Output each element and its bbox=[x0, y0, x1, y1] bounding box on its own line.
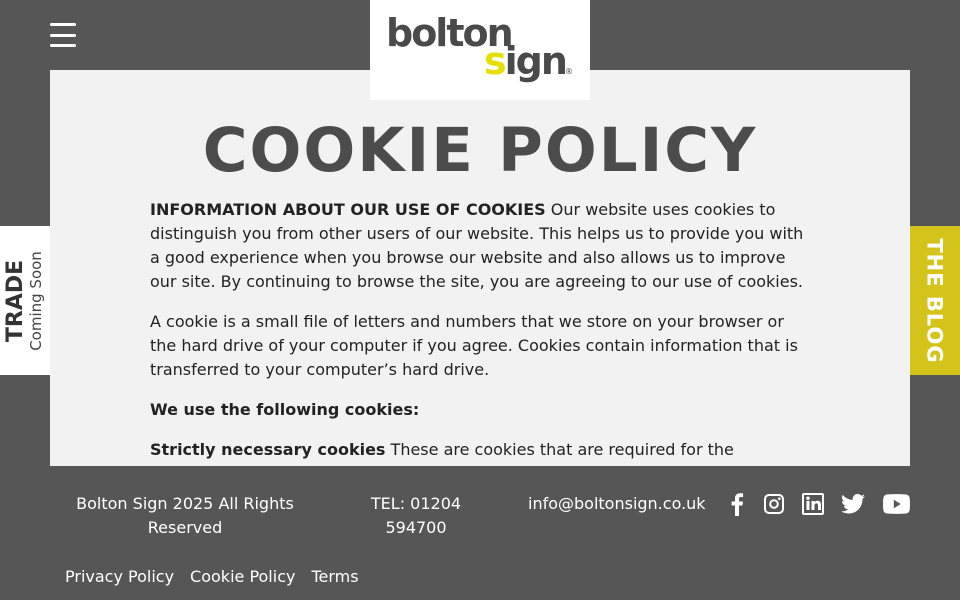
logo-word-sign: sign bbox=[484, 39, 568, 83]
footer-link-privacy-policy[interactable]: Privacy Policy bbox=[65, 566, 174, 588]
policy-content[interactable]: INFORMATION ABOUT OUR USE OF COOKIES Our… bbox=[150, 198, 810, 466]
menu-icon-bar bbox=[50, 33, 76, 37]
trade-subtitle: Coming Soon bbox=[27, 250, 46, 351]
policy-subheading: We use the following cookies: bbox=[150, 400, 420, 419]
policy-paragraph: INFORMATION ABOUT OUR USE OF COOKIES Our… bbox=[150, 198, 810, 294]
footer-link-terms[interactable]: Terms bbox=[311, 566, 358, 588]
logo-letter-s: s bbox=[484, 39, 507, 83]
linkedin-icon[interactable] bbox=[801, 492, 825, 516]
trade-title: TRADE bbox=[3, 259, 29, 342]
policy-subheading: Strictly necessary cookies bbox=[150, 440, 386, 459]
site-logo[interactable]: bolton sign ® bbox=[370, 0, 590, 100]
page-title: COOKIE POLICY bbox=[202, 115, 758, 186]
logo-registered-mark: ® bbox=[565, 67, 573, 76]
footer-email-link[interactable]: info@boltonsign.co.uk bbox=[528, 492, 706, 516]
policy-paragraph: Strictly necessary cookies These are coo… bbox=[150, 438, 810, 466]
footer-links: Privacy Policy Cookie Policy Terms bbox=[65, 566, 359, 588]
menu-icon-bar bbox=[50, 44, 76, 47]
policy-heading: INFORMATION ABOUT OUR USE OF COOKIES bbox=[150, 200, 546, 219]
menu-button[interactable] bbox=[50, 22, 76, 48]
youtube-icon[interactable] bbox=[882, 492, 910, 516]
trade-tab[interactable]: TRADE Coming Soon bbox=[0, 226, 50, 375]
content-panel: COOKIE POLICY INFORMATION ABOUT OUR USE … bbox=[50, 70, 910, 466]
footer-copyright: Bolton Sign 2025 All Rights Reserved bbox=[76, 494, 294, 537]
twitter-icon[interactable] bbox=[840, 492, 866, 516]
menu-icon-bar bbox=[50, 23, 76, 26]
policy-paragraph: We use the following cookies: bbox=[150, 398, 810, 422]
policy-paragraph: A cookie is a small file of letters and … bbox=[150, 312, 798, 379]
footer-telephone[interactable]: TEL: 01204 594700 bbox=[360, 492, 472, 540]
blog-tab-label: THE BLOG bbox=[923, 237, 948, 364]
facebook-icon[interactable] bbox=[728, 492, 746, 516]
instagram-icon[interactable] bbox=[762, 492, 786, 516]
footer-link-cookie-policy[interactable]: Cookie Policy bbox=[190, 566, 295, 588]
blog-tab[interactable]: THE BLOG bbox=[910, 226, 960, 375]
logo-letters-ign: ign bbox=[504, 39, 568, 83]
trade-tab-label: TRADE Coming Soon bbox=[3, 250, 46, 351]
